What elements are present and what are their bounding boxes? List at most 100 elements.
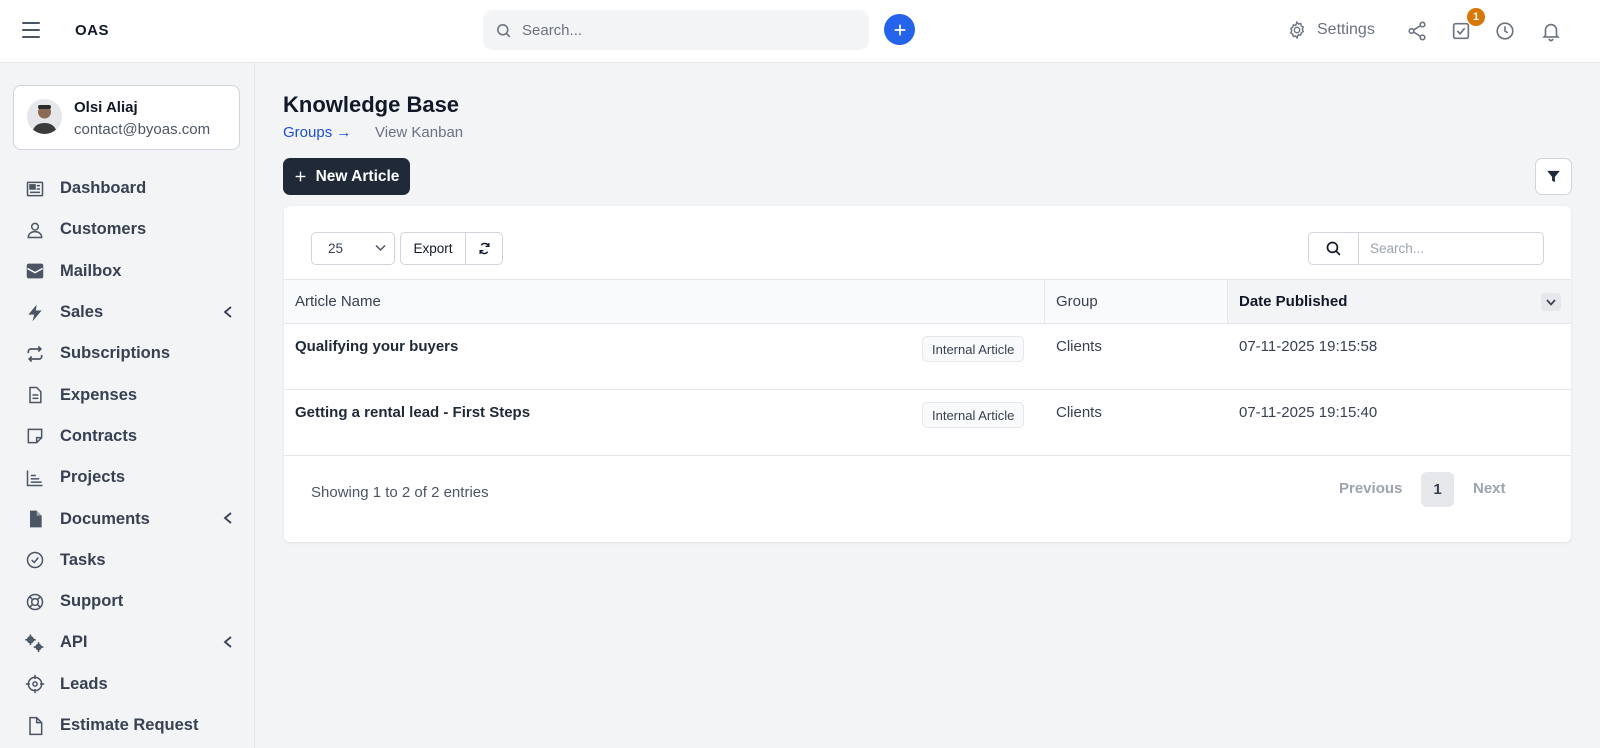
table-row[interactable]: Qualifying your buyers Internal Article … (284, 324, 1571, 390)
table-header: Article Name Group Date Published (284, 279, 1571, 324)
table-info: Showing 1 to 2 of 2 entries (311, 484, 489, 501)
chevron-down-icon (1546, 298, 1556, 306)
lifebuoy-icon (26, 593, 43, 610)
sidebar-item-label: Estimate Request (60, 716, 199, 734)
file-text-icon (28, 386, 42, 404)
article-type-badge: Internal Article (922, 402, 1025, 428)
sidebar-item-tasks[interactable]: Tasks (0, 540, 255, 581)
sidebar-item-label: Mailbox (60, 261, 122, 280)
pagination-previous[interactable]: Previous (1339, 480, 1402, 497)
sidebar-item-label: Sales (60, 303, 104, 322)
plus-icon (894, 24, 905, 35)
sidebar-item-dashboard[interactable]: Dashboard (0, 168, 255, 209)
sidebar-item-mailbox[interactable]: Mailbox (0, 251, 255, 292)
gear-icon (1289, 20, 1305, 40)
article-type-badge: Internal Article (922, 336, 1025, 362)
new-article-label: New Article (315, 167, 400, 185)
sidebar-item-api[interactable]: API (0, 622, 255, 663)
sidebar-item-sales[interactable]: Sales (0, 292, 255, 333)
top-bar: OAS Settings 1 (0, 0, 1600, 63)
sidebar-item-subscriptions[interactable]: Subscriptions (0, 333, 255, 374)
settings-label: Settings (1317, 21, 1375, 38)
filter-button[interactable] (1535, 158, 1572, 195)
sidebar-item-contracts[interactable]: Contracts (0, 416, 255, 457)
chart-icon (26, 470, 42, 486)
clock-icon[interactable] (1494, 20, 1516, 42)
sidebar-item-estimate-request[interactable]: Estimate Request (0, 705, 255, 746)
table-search-input[interactable] (1358, 232, 1544, 265)
pagination-next[interactable]: Next (1473, 480, 1506, 497)
sidebar-item-leads[interactable]: Leads (0, 664, 255, 705)
export-button[interactable]: Export (400, 232, 466, 265)
article-name[interactable]: Getting a rental lead - First Steps (295, 404, 530, 421)
page-length-select[interactable]: 25 (311, 232, 395, 265)
user-email: contact@byoas.com (74, 121, 211, 138)
column-header-date-published[interactable]: Date Published (1228, 280, 1571, 323)
note-icon (27, 429, 42, 444)
article-group: Clients (1056, 338, 1102, 355)
sidebar-item-label: Contracts (60, 426, 138, 445)
refresh-button[interactable] (465, 232, 503, 265)
chevron-left-icon (223, 512, 232, 525)
page-length-value: 25 (328, 241, 344, 256)
sidebar-item-label: Expenses (60, 385, 138, 404)
sidebar-item-projects[interactable]: Projects (0, 457, 255, 498)
chevron-left-icon (223, 306, 232, 318)
settings-button[interactable]: Settings (1287, 20, 1375, 40)
app-logo[interactable]: OAS (75, 22, 109, 39)
pagination-page-1[interactable]: 1 (1421, 472, 1454, 507)
sidebar-nav: Dashboard Customers Mailbox Sales Subscr… (0, 168, 255, 746)
mail-icon (26, 263, 43, 279)
tasks-badge: 1 (1467, 8, 1485, 26)
article-date: 07-11-2025 19:15:58 (1239, 338, 1378, 355)
articles-table-card: 25 Export Article Name Group Date Publis… (284, 206, 1571, 542)
page-title: Knowledge Base (283, 92, 460, 117)
user-profile-card[interactable]: Olsi Aliaj contact@byoas.com (13, 85, 240, 150)
cogs-icon (25, 634, 44, 652)
plus-icon (295, 171, 305, 182)
sidebar-item-label: Documents (60, 509, 150, 528)
column-header-group[interactable]: Group (1056, 280, 1098, 323)
document-icon (29, 510, 42, 528)
new-article-button[interactable]: New Article (283, 158, 410, 195)
table-search-button[interactable] (1308, 232, 1359, 265)
search-icon (497, 23, 511, 37)
sidebar-item-label: Projects (60, 468, 126, 487)
column-header-article-name[interactable]: Article Name (295, 280, 381, 323)
sidebar-item-label: Dashboard (60, 179, 147, 198)
refresh-icon (478, 242, 490, 255)
chevron-down-icon (375, 244, 386, 252)
view-kanban-link[interactable]: View Kanban (375, 124, 463, 141)
sidebar-item-label: Support (60, 592, 124, 611)
filter-icon (1547, 170, 1560, 183)
sidebar-item-label: Leads (60, 674, 108, 693)
repeat-icon (27, 345, 42, 362)
table-row[interactable]: Getting a rental lead - First Steps Inte… (284, 390, 1571, 456)
sidebar-item-label: Customers (60, 220, 147, 239)
user-name: Olsi Aliaj (74, 99, 138, 116)
chevron-left-icon (223, 636, 232, 648)
article-date: 07-11-2025 19:15:40 (1239, 404, 1378, 421)
crosshair-icon (25, 675, 44, 694)
global-search[interactable] (483, 10, 869, 50)
article-name[interactable]: Qualifying your buyers (295, 338, 458, 355)
sidebar-item-documents[interactable]: Documents (0, 498, 255, 539)
sidebar-item-support[interactable]: Support (0, 581, 255, 622)
sidebar-item-expenses[interactable]: Expenses (0, 374, 255, 415)
article-group: Clients (1056, 404, 1102, 421)
share-icon[interactable] (1406, 20, 1428, 42)
breadcrumb-groups-link[interactable]: Groups → (283, 124, 351, 141)
sidebar-item-label: Subscriptions (60, 344, 171, 363)
sidebar: Olsi Aliaj contact@byoas.com Dashboard C… (0, 63, 255, 748)
file-icon (28, 716, 42, 735)
quick-add-button[interactable] (884, 14, 915, 45)
user-icon (27, 222, 42, 239)
check-circle-icon (26, 552, 43, 569)
menu-icon[interactable] (22, 22, 40, 38)
bell-icon[interactable] (1540, 20, 1562, 42)
global-search-input[interactable] (522, 21, 842, 39)
sidebar-item-label: Tasks (60, 550, 106, 569)
sidebar-item-label: API (60, 633, 88, 652)
sort-toggle-button[interactable] (1541, 293, 1561, 311)
sidebar-item-customers[interactable]: Customers (0, 209, 255, 250)
